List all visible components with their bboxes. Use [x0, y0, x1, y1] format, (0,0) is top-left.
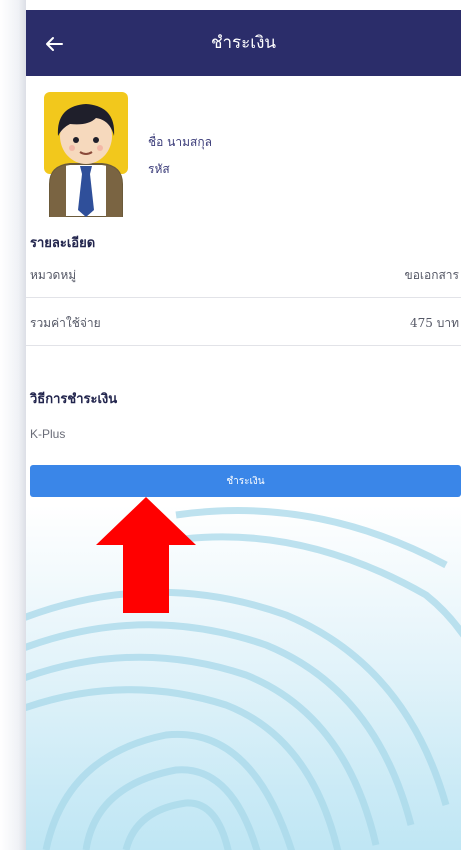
- details-heading: รายละเอียด: [30, 236, 96, 251]
- student-code-label: รหัส: [148, 162, 170, 176]
- payment-method-value: K-Plus: [30, 427, 66, 441]
- payment-method-heading: วิธีการชำระเงิน: [30, 392, 118, 407]
- red-up-arrow-annotation: [96, 497, 196, 613]
- pay-button[interactable]: ชำระเงิน: [30, 465, 461, 497]
- detail-value: ขอเอกสาร: [404, 268, 460, 282]
- detail-key: รวมค่าใช้จ่าย: [30, 316, 101, 330]
- left-shadow: [0, 0, 26, 850]
- avatar: [44, 92, 128, 217]
- detail-row-category: หมวดหมู่ ขอเอกสาร: [26, 252, 461, 298]
- status-strip: [26, 0, 461, 10]
- screenshot-frame: ชำระเงิน ชื่อ นามสกุล รหัส รายละเอียด หม…: [0, 0, 461, 850]
- background-pattern: [26, 505, 461, 850]
- phone-screen: ชำระเงิน ชื่อ นามสกุล รหัส รายละเอียด หม…: [26, 0, 461, 850]
- detail-row-total: รวมค่าใช้จ่าย 475 บาท: [26, 300, 461, 346]
- detail-key: หมวดหมู่: [30, 268, 77, 282]
- page-title: ชำระเงิน: [210, 33, 277, 53]
- detail-value: 475 บาท: [410, 316, 459, 330]
- student-name-label: ชื่อ นามสกุล: [148, 135, 212, 149]
- app-bar: ชำระเงิน: [26, 10, 461, 76]
